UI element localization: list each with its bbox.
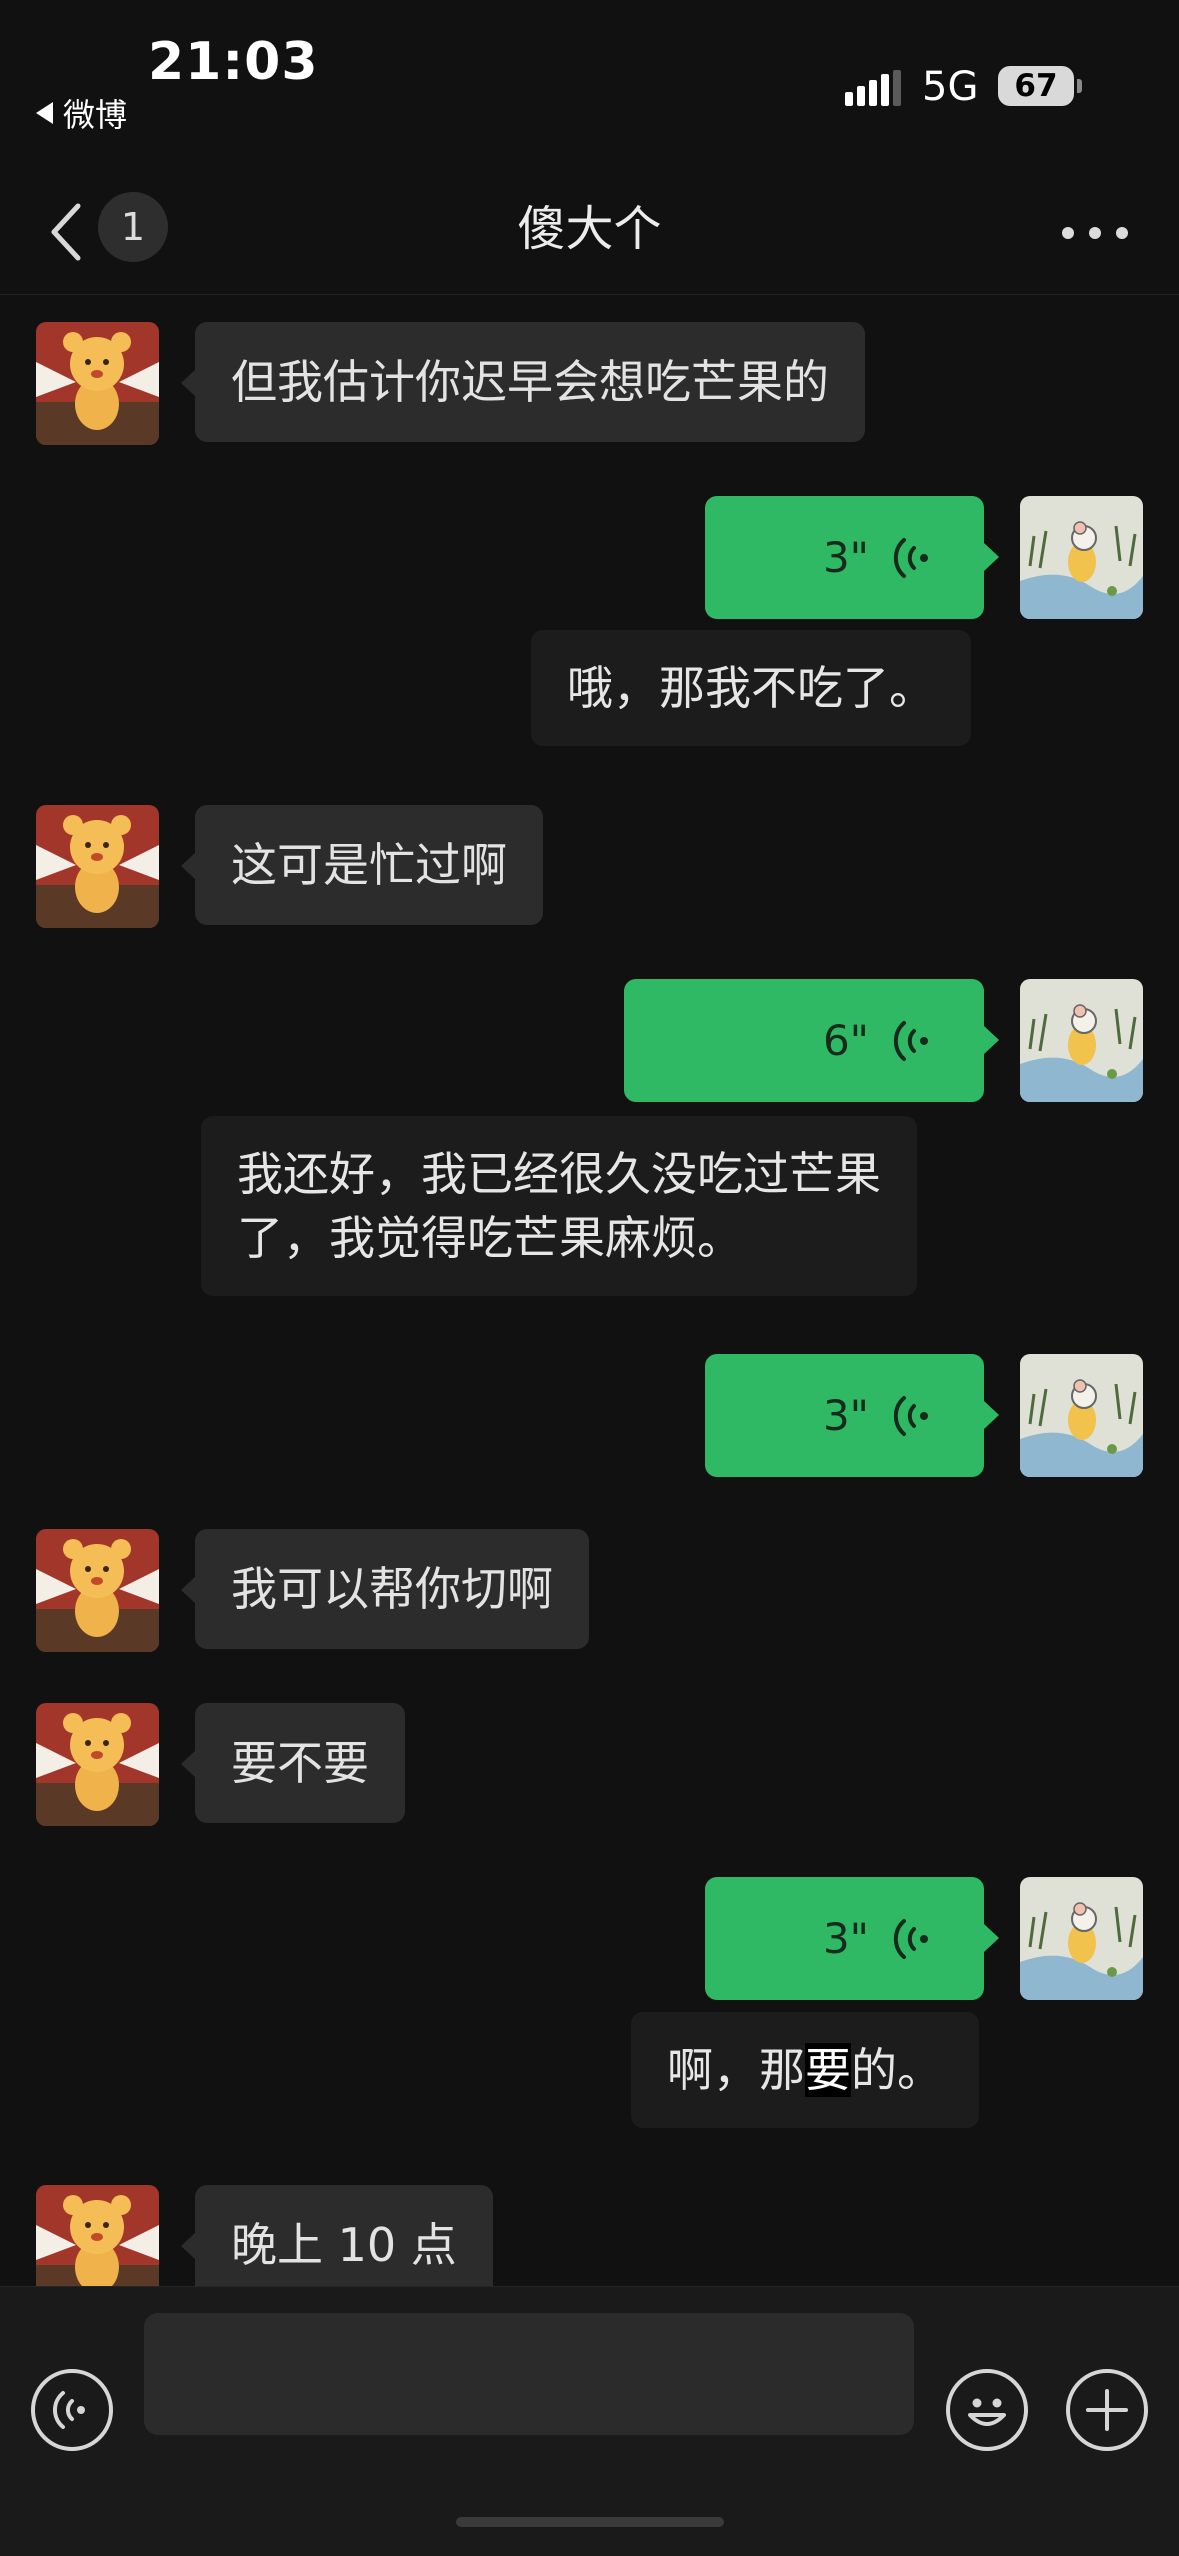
message-text: 这可是忙过啊 — [231, 838, 507, 892]
message-text: 我可以帮你切啊 — [231, 1562, 553, 1616]
voice-transcript[interactable]: 啊，那要的。 — [631, 2012, 979, 2128]
voice-transcript[interactable]: 哦，那我不吃了。 — [531, 630, 971, 746]
incoming-message-bubble[interactable]: 要不要 — [181, 1703, 405, 1823]
status-bar: 21:03 微博 5G 67 — [0, 0, 1179, 170]
emoji-icon — [968, 2398, 1006, 2426]
voice-wave-icon — [893, 1021, 928, 1061]
incoming-message-bubble[interactable]: 这可是忙过啊 — [181, 805, 543, 925]
voice-duration: 3" — [822, 533, 869, 582]
battery-nub — [1077, 79, 1082, 93]
transcript-line: 了，我觉得吃芒果麻烦。 — [237, 1211, 743, 1265]
contact-avatar[interactable] — [36, 1703, 159, 1826]
outgoing-voice-message[interactable]: 3" — [705, 496, 999, 619]
outgoing-voice-message[interactable]: 3" — [705, 1354, 999, 1477]
voice-wave-icon — [893, 538, 928, 578]
transcript-line: 我还好，我已经很久没吃过芒果 — [237, 1147, 881, 1201]
contact-avatar[interactable] — [36, 322, 159, 445]
chat-header: 傻大个 1 — [0, 170, 1179, 295]
contact-avatar[interactable] — [36, 805, 159, 928]
message-list[interactable]: 但我估计你迟早会想吃芒果的 3" 哦，那我不吃了。 这可是忙过啊 6" 我还好，… — [0, 296, 1179, 2286]
home-indicator[interactable] — [456, 2517, 724, 2527]
signal-icon — [845, 70, 901, 106]
contact-avatar[interactable] — [36, 2185, 159, 2286]
message-input[interactable] — [144, 2313, 914, 2435]
status-time: 21:03 — [148, 32, 319, 92]
plus-icon — [1086, 2389, 1128, 2431]
my-avatar[interactable] — [1020, 496, 1143, 619]
message-text: 晚上 10 点 — [231, 2218, 457, 2272]
chat-title: 傻大个 — [517, 201, 662, 257]
battery-indicator: 67 — [998, 66, 1074, 106]
back-app-label: 微博 — [63, 96, 128, 134]
voice-transcript[interactable]: 我还好，我已经很久没吃过芒果 了，我觉得吃芒果麻烦。 — [201, 1116, 917, 1296]
transcript-highlighted-char: 要 — [805, 2043, 851, 2097]
voice-wave-icon — [893, 1396, 928, 1436]
network-label: 5G — [922, 64, 979, 110]
transcript-part: 啊，那 — [667, 2043, 805, 2097]
incoming-message-bubble[interactable]: 我可以帮你切啊 — [181, 1529, 589, 1649]
incoming-message-bubble[interactable]: 但我估计你迟早会想吃芒果的 — [181, 322, 865, 442]
my-avatar[interactable] — [1020, 979, 1143, 1102]
unread-count-badge[interactable]: 1 — [98, 192, 168, 262]
input-bar — [0, 2286, 1179, 2556]
voice-duration: 3" — [822, 1391, 869, 1440]
back-to-app-link[interactable]: 微博 — [36, 90, 127, 136]
more-functions-button[interactable] — [1066, 2369, 1148, 2451]
message-text: 要不要 — [231, 1736, 369, 1790]
voice-wave-icon — [893, 1919, 928, 1959]
incoming-message-bubble[interactable]: 晚上 10 点 — [181, 2185, 493, 2286]
voice-duration: 6" — [822, 1016, 869, 1065]
voice-input-button[interactable] — [31, 2369, 113, 2451]
message-text: 但我估计你迟早会想吃芒果的 — [231, 355, 829, 409]
more-dots-icon[interactable] — [1060, 218, 1130, 248]
voice-input-icon — [52, 2391, 85, 2429]
outgoing-voice-message[interactable]: 6" — [624, 979, 999, 1102]
back-chevron-icon[interactable] — [40, 200, 100, 264]
my-avatar[interactable] — [1020, 1354, 1143, 1477]
contact-avatar[interactable] — [36, 1529, 159, 1652]
emoji-button[interactable] — [946, 2369, 1028, 2451]
back-triangle-icon — [36, 102, 53, 124]
voice-duration: 3" — [822, 1914, 869, 1963]
my-avatar[interactable] — [1020, 1877, 1143, 2000]
transcript-part: 的。 — [851, 2043, 943, 2097]
outgoing-voice-message[interactable]: 3" — [705, 1877, 999, 2000]
transcript-text: 哦，那我不吃了。 — [567, 661, 935, 715]
